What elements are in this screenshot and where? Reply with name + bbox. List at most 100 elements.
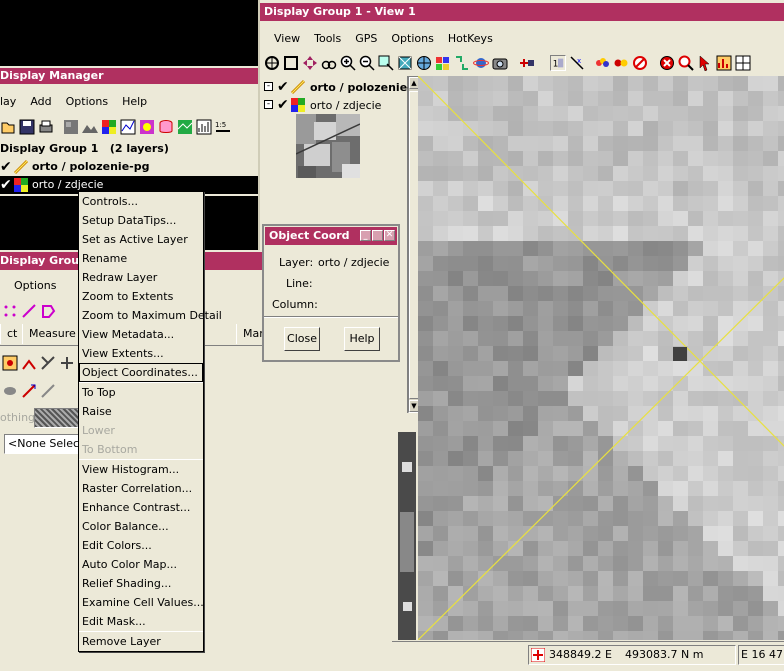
view-menu-item[interactable]: View [274,29,300,49]
view-titlebar[interactable]: Display Group 1 - View 1 [260,3,784,21]
context-menu-item[interactable]: View Histogram... [79,460,203,479]
database-icon[interactable] [158,119,174,135]
view-menu-item[interactable]: HotKeys [448,29,493,49]
layer-row[interactable]: ✔ orto / polozenie-pg [0,158,258,176]
object-coordinates-titlebar[interactable]: Object Coord _ ✕ [265,227,397,245]
context-menu-item[interactable]: Rename [79,249,203,268]
zoom-box-icon[interactable] [378,55,394,71]
group-tab[interactable]: ct [0,324,25,344]
raster-view[interactable] [418,76,784,640]
grid-icon[interactable] [735,55,751,71]
mgr-menu-item[interactable]: Help [122,92,147,112]
terrain-icon[interactable] [82,119,98,135]
scale-icon[interactable]: 1:5 [215,119,231,135]
zoom-region-icon[interactable] [397,55,413,71]
palette-icon[interactable] [594,55,610,71]
zoom-out-icon[interactable] [359,55,375,71]
polygon-tool-icon[interactable] [40,303,56,319]
save-icon[interactable] [19,119,35,135]
minimize-icon[interactable]: _ [360,230,371,241]
visibility-check-icon[interactable]: ✔ [277,80,289,94]
find-icon[interactable] [678,55,694,71]
maximize-icon[interactable] [372,230,383,241]
close-icon[interactable]: ✕ [384,230,395,241]
help-button[interactable]: Help [344,327,380,351]
collapse-icon[interactable]: - [264,100,273,109]
display-manager-titlebar[interactable]: Display Manager [0,68,258,84]
legend-row[interactable]: - ✔ orto / polozenie- [264,79,412,97]
mgr-menu-item[interactable]: Options [66,92,108,112]
add-point-icon[interactable] [2,355,18,371]
color-swap-icon[interactable] [613,55,629,71]
collapse-icon[interactable]: - [264,82,273,91]
join-icon[interactable] [59,355,75,371]
edit-node-icon[interactable] [21,355,37,371]
context-menu-item[interactable]: Controls... [79,192,203,211]
context-menu-item[interactable]: Set as Active Layer [79,230,203,249]
zoom-in-icon[interactable] [340,55,356,71]
visibility-check-icon[interactable]: ✔ [0,160,12,174]
visibility-check-icon[interactable]: ✔ [277,98,289,112]
raster-icon[interactable] [63,119,79,135]
print-icon[interactable] [38,119,54,135]
shape-tool-icon[interactable] [2,383,18,399]
add-line-icon[interactable] [21,383,37,399]
style-select[interactable]: <None Selecte [4,434,84,454]
group-menu-item[interactable]: Options [14,276,56,296]
context-menu-item[interactable]: Raise [79,402,203,421]
group-tab[interactable]: Measure [22,324,83,344]
context-menu-item[interactable]: View Extents... [79,344,203,363]
pattern-swatch[interactable] [34,408,82,428]
camera-icon[interactable] [492,55,508,71]
shapes-icon[interactable] [139,119,155,135]
context-menu-item[interactable]: Relief Shading... [79,574,203,593]
context-menu-item[interactable]: Color Balance... [79,517,203,536]
draw-line-icon[interactable] [40,383,56,399]
close-button[interactable]: Close [284,327,320,351]
visibility-check-icon[interactable]: ✔ [0,178,12,192]
view-menu-item[interactable]: Options [391,29,433,49]
context-menu-item[interactable]: Examine Cell Values... [79,593,204,612]
measure-icon[interactable]: x [569,55,585,71]
vector-icon[interactable] [120,119,136,135]
stop-icon[interactable] [659,55,675,71]
context-menu-item[interactable]: Raster Correlation... [79,479,203,498]
mgr-menu-item[interactable]: Add [30,92,51,112]
context-menu-item[interactable]: Object Coordinates... [79,363,203,382]
legend-row[interactable]: - ✔ orto / zdjecie [264,97,408,115]
point-tool-icon[interactable] [2,303,18,319]
context-menu-item[interactable]: To Top [79,383,203,402]
rgb-icon[interactable] [101,119,117,135]
globe-icon[interactable] [416,55,432,71]
full-extent-icon[interactable] [283,55,299,71]
chart-icon[interactable] [716,55,732,71]
view-menu-item[interactable]: Tools [314,29,341,49]
cancel-icon[interactable] [632,55,648,71]
context-menu-item[interactable]: Auto Color Map... [79,555,203,574]
add-layer-icon[interactable] [519,55,535,71]
pan-icon[interactable] [264,55,280,71]
view-menu-item[interactable]: GPS [355,29,377,49]
context-menu-item[interactable]: Redraw Layer [79,268,203,287]
move-icon[interactable] [302,55,318,71]
scale-1-icon[interactable]: 1 [550,55,566,71]
layers-icon[interactable] [435,55,451,71]
open-icon[interactable] [0,119,16,135]
map-icon[interactable] [177,119,193,135]
context-menu-item[interactable]: Edit Colors... [79,536,203,555]
context-menu-item[interactable]: Zoom to Maximum Detail [79,306,222,325]
split-icon[interactable] [40,355,56,371]
context-menu-item[interactable]: Zoom to Extents [79,287,203,306]
context-menu-item[interactable]: Enhance Contrast... [79,498,203,517]
binoculars-icon[interactable] [321,55,337,71]
redraw-icon[interactable] [454,55,470,71]
planet-icon[interactable] [473,55,489,71]
context-menu-item[interactable]: Edit Mask... [79,612,203,631]
line-tool-icon[interactable] [21,303,37,319]
pointer-icon[interactable] [697,55,713,71]
chart-small-icon[interactable] [196,119,212,135]
context-menu-item[interactable]: View Metadata... [79,325,203,344]
group-tab[interactable]: Mana [236,324,262,344]
mgr-menu-item[interactable]: lay [0,92,16,112]
context-menu-item[interactable]: Remove Layer [79,632,203,651]
